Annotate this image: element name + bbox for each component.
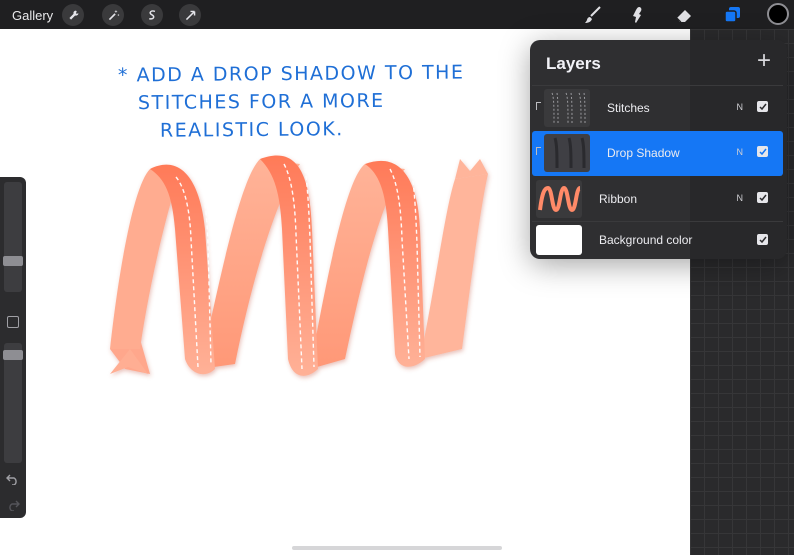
layers-icon[interactable] bbox=[720, 3, 744, 27]
layers-panel: Layers + Stitches N Drop Shadow N Ribbon… bbox=[530, 40, 787, 259]
layer-thumbnail bbox=[536, 225, 582, 255]
transform-icon[interactable] bbox=[179, 4, 201, 26]
clipping-mask-icon bbox=[536, 147, 541, 155]
add-layer-button[interactable]: + bbox=[755, 49, 773, 73]
note-line-1: * ADD A DROP SHADOW TO THE bbox=[117, 61, 465, 87]
visibility-checkbox[interactable] bbox=[757, 146, 768, 157]
brush-size-slider[interactable] bbox=[4, 182, 22, 292]
wrench-icon[interactable] bbox=[62, 4, 84, 26]
opacity-slider[interactable] bbox=[4, 343, 22, 463]
layer-name: Drop Shadow bbox=[607, 146, 680, 160]
layer-row-stitches[interactable]: Stitches N bbox=[532, 85, 783, 130]
brush-size-thumb[interactable] bbox=[3, 256, 23, 266]
color-picker-button[interactable] bbox=[767, 3, 789, 25]
layers-title: Layers bbox=[546, 54, 601, 73]
layer-thumbnail bbox=[536, 180, 582, 218]
clipping-mask-icon bbox=[536, 102, 541, 110]
redo-icon[interactable] bbox=[6, 499, 20, 511]
layer-name: Stitches bbox=[607, 101, 650, 115]
home-indicator bbox=[292, 546, 502, 550]
layer-name: Ribbon bbox=[599, 192, 638, 206]
undo-icon[interactable] bbox=[6, 473, 20, 485]
visibility-checkbox[interactable] bbox=[757, 101, 768, 112]
top-toolbar: Gallery bbox=[0, 0, 794, 29]
visibility-checkbox[interactable] bbox=[757, 192, 768, 203]
visibility-checkbox[interactable] bbox=[757, 234, 768, 245]
blend-mode-toggle[interactable]: N bbox=[737, 147, 744, 157]
layer-name: Background color bbox=[599, 233, 693, 247]
modify-button[interactable] bbox=[7, 316, 19, 328]
blend-mode-toggle[interactable]: N bbox=[737, 102, 744, 112]
eraser-icon[interactable] bbox=[672, 3, 696, 27]
blend-mode-toggle[interactable]: N bbox=[737, 193, 744, 203]
note-line-2: STITCHES FOR A MORE bbox=[137, 89, 385, 115]
layer-row-ribbon[interactable]: Ribbon N bbox=[532, 177, 783, 222]
left-sidebar bbox=[0, 177, 26, 518]
opacity-thumb[interactable] bbox=[3, 350, 23, 360]
smudge-icon[interactable] bbox=[625, 3, 649, 27]
selection-icon[interactable] bbox=[141, 4, 163, 26]
layer-row-background-color[interactable]: Background color bbox=[532, 221, 783, 259]
layer-row-drop-shadow[interactable]: Drop Shadow N bbox=[532, 131, 783, 176]
layer-thumbnail bbox=[544, 134, 590, 172]
layer-thumbnail bbox=[544, 89, 590, 127]
magic-wand-icon[interactable] bbox=[102, 4, 124, 26]
brush-icon[interactable] bbox=[581, 3, 605, 27]
note-line-3: REALISTIC LOOK. bbox=[159, 118, 344, 142]
gallery-button[interactable]: Gallery bbox=[12, 8, 53, 23]
